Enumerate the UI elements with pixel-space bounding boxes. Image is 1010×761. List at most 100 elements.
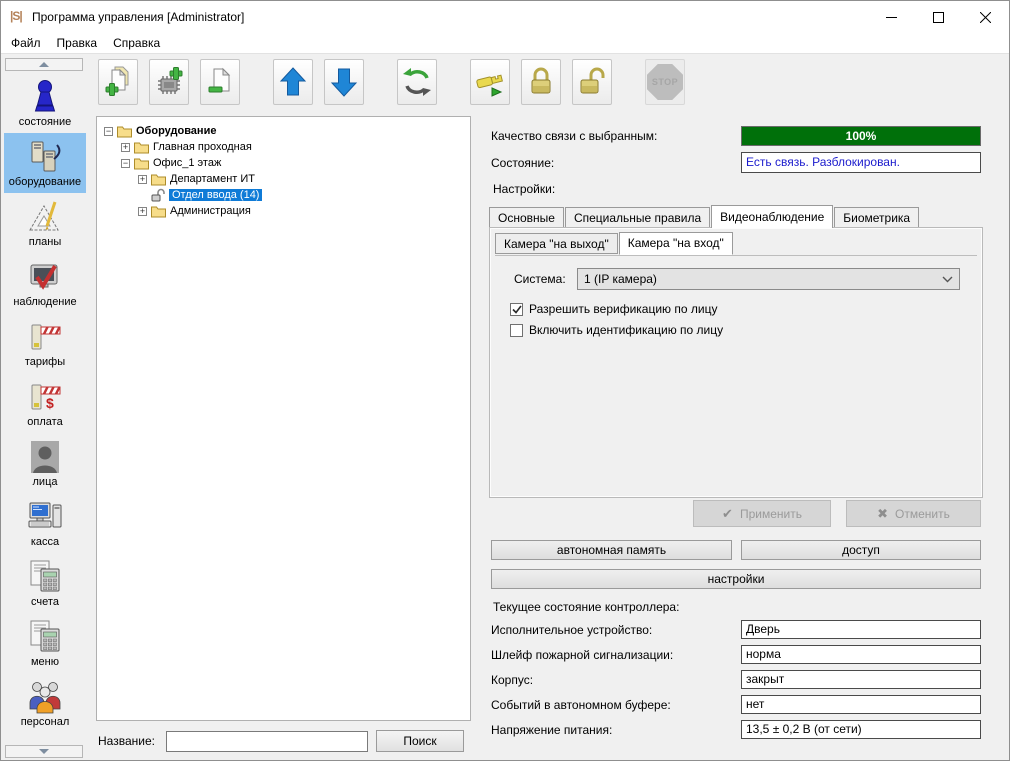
status-label-case: Корпус: — [491, 673, 533, 687]
folder-icon — [151, 173, 166, 186]
subtab-camera-entry[interactable]: Камера "на вход" — [619, 232, 733, 255]
lock-button[interactable] — [521, 59, 561, 105]
status-label-device: Исполнительное устройство: — [491, 623, 652, 637]
sidebar-item-label: состояние — [19, 116, 72, 128]
tree-node-office-floor1[interactable]: Офис_1 этаж — [101, 155, 466, 171]
move-up-button[interactable] — [273, 59, 313, 105]
refresh-button[interactable] — [397, 59, 437, 105]
access-button[interactable]: доступ — [741, 540, 981, 560]
menu-calculator-icon — [27, 618, 63, 656]
svg-text:$: $ — [46, 395, 54, 411]
sidebar-item-personnel[interactable]: персонал — [4, 673, 86, 733]
tree-node-main-entrance[interactable]: Главная проходная — [101, 139, 466, 155]
key-icon — [475, 65, 505, 99]
device-tree-panel: Оборудование Главная проходная Офис_1 эт… — [96, 116, 471, 721]
move-down-button[interactable] — [324, 59, 364, 105]
sidebar-item-state[interactable]: состояние — [4, 73, 86, 133]
window-controls — [868, 1, 1009, 33]
system-select[interactable]: 1 (IP камера) — [577, 268, 960, 290]
open-lock-icon — [151, 188, 165, 202]
cancel-button-label: Отменить — [895, 507, 950, 521]
tab-biometrics[interactable]: Биометрика — [834, 207, 919, 228]
close-button[interactable] — [962, 1, 1009, 33]
sidebar-item-surveillance[interactable]: наблюдение — [4, 253, 86, 313]
expander-plus-icon[interactable] — [138, 175, 147, 184]
sidebar-scroll-up-button[interactable] — [5, 58, 83, 71]
sidebar-item-label: касса — [31, 536, 59, 548]
search-button[interactable]: Поиск — [376, 730, 464, 752]
sidebar-item-payment[interactable]: $ оплата — [4, 373, 86, 433]
sidebar-item-equipment[interactable]: оборудование — [4, 133, 86, 193]
search-row: Название: Поиск — [98, 730, 464, 752]
autonomous-memory-button[interactable]: автономная память — [491, 540, 732, 560]
checkbox-checked[interactable] — [510, 303, 523, 316]
expander-minus-icon[interactable] — [121, 159, 130, 168]
link-quality-progressbar: 100% — [741, 126, 981, 146]
tree-node-it-department[interactable]: Департамент ИТ — [101, 171, 466, 187]
menu-edit[interactable]: Правка — [49, 34, 106, 52]
add-group-button[interactable] — [98, 59, 138, 105]
minimize-icon — [886, 12, 897, 23]
tree-node-label-selected: Отдел ввода (14) — [169, 189, 262, 201]
window-title: Программа управления [Administrator] — [32, 10, 244, 24]
search-input[interactable] — [166, 731, 368, 752]
pass-button[interactable] — [470, 59, 510, 105]
title-bar: |S| Программа управления [Administrator] — [1, 1, 1009, 33]
sidebar-item-tariffs[interactable]: тарифы — [4, 313, 86, 373]
apply-button-label: Применить — [740, 507, 802, 521]
tree-node-label: Оборудование — [136, 125, 216, 137]
tree-node-equipment-root[interactable]: Оборудование — [101, 123, 466, 139]
app-icon: |S| — [10, 9, 22, 23]
expander-minus-icon[interactable] — [104, 127, 113, 136]
lock-closed-icon — [526, 65, 556, 99]
sidebar-scroll-down-button[interactable] — [5, 745, 83, 758]
subtab-camera-exit[interactable]: Камера "на выход" — [495, 233, 618, 254]
unlock-button[interactable] — [572, 59, 612, 105]
verification-checkbox-row: Разрешить верификацию по лицу — [510, 302, 717, 316]
cancel-cross-icon: ✖ — [877, 506, 888, 522]
status-label-voltage: Напряжение питания: — [491, 723, 612, 737]
triangle-up-icon — [39, 62, 49, 67]
arrow-down-icon — [329, 65, 359, 99]
sidebar-item-menu[interactable]: меню — [4, 613, 86, 673]
sidebar-item-label: счета — [31, 596, 59, 608]
tree-node-label: Главная проходная — [153, 141, 252, 153]
sidebar-item-cashdesk[interactable]: касса — [4, 493, 86, 553]
menu-help[interactable]: Справка — [105, 34, 168, 52]
payment-barrier-icon: $ — [27, 378, 63, 416]
stop-button[interactable]: STOP — [645, 59, 685, 105]
sidebar-item-label: оплата — [27, 416, 62, 428]
apply-button[interactable]: ✔ Применить — [693, 500, 831, 527]
status-field-buffer-events: нет — [741, 695, 981, 714]
cancel-button[interactable]: ✖ Отменить — [846, 500, 981, 527]
maximize-button[interactable] — [915, 1, 962, 33]
status-label-fire-loop: Шлейф пожарной сигнализации: — [491, 648, 673, 662]
expander-plus-icon[interactable] — [121, 143, 130, 152]
minimize-button[interactable] — [868, 1, 915, 33]
sidebar-item-label: наблюдение — [13, 296, 76, 308]
sidebar-item-label: тарифы — [25, 356, 65, 368]
checkbox-unchecked[interactable] — [510, 324, 523, 337]
tree-node-administration[interactable]: Администрация — [101, 203, 466, 219]
sidebar-item-faces[interactable]: лица — [4, 433, 86, 493]
close-icon — [980, 12, 991, 23]
sidebar-item-invoices[interactable]: счета — [4, 553, 86, 613]
sidebar-item-plans[interactable]: планы — [4, 193, 86, 253]
remove-button[interactable] — [200, 59, 240, 105]
tab-general[interactable]: Основные — [489, 207, 564, 228]
menu-bar: Файл Правка Справка — [1, 33, 1009, 54]
tree-node-label: Департамент ИТ — [170, 173, 255, 185]
tree-node-label: Офис_1 этаж — [153, 157, 221, 169]
expander-plus-icon[interactable] — [138, 207, 147, 216]
tab-video-surveillance[interactable]: Видеонаблюдение — [711, 205, 833, 228]
invoice-calculator-icon — [27, 558, 63, 596]
add-device-button[interactable] — [149, 59, 189, 105]
settings-button[interactable]: настройки — [491, 569, 981, 589]
menu-file[interactable]: Файл — [3, 34, 49, 52]
status-field-case: закрыт — [741, 670, 981, 689]
stop-icon: STOP — [647, 64, 683, 100]
tree-node-input-department[interactable]: Отдел ввода (14) — [101, 187, 466, 203]
status-label-buffer-events: Событий в автономном буфере: — [491, 698, 671, 712]
tab-special-rules[interactable]: Специальные правила — [565, 207, 710, 228]
connection-state-field: Есть связь. Разблокирован. — [741, 152, 981, 173]
